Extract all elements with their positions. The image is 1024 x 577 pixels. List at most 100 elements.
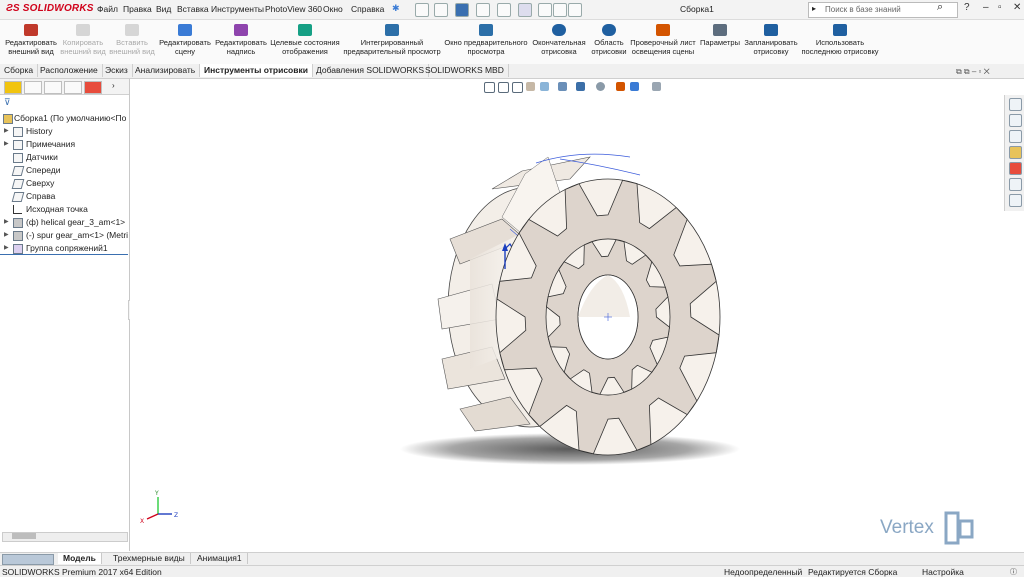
dynamic-annotation-icon[interactable] — [540, 82, 549, 91]
gear-model-view[interactable]: Y Z X — [130, 79, 1003, 551]
hide-show-items-icon[interactable] — [596, 82, 605, 91]
appearance-icon — [24, 24, 38, 36]
view-settings-icon[interactable] — [652, 82, 661, 91]
expand-arrow-icon[interactable]: ▶ — [4, 125, 9, 137]
select-icon[interactable] — [518, 3, 532, 17]
menu-help[interactable]: Справка — [351, 4, 384, 14]
tab-layout[interactable]: Расположение — [36, 64, 103, 77]
menu-tools[interactable]: Инструменты — [211, 4, 264, 14]
undo-icon[interactable] — [497, 3, 511, 17]
print-icon[interactable] — [476, 3, 490, 17]
tree-item-mate-group[interactable]: ▶ Группа сопряжений1 — [0, 242, 128, 255]
previous-view-icon[interactable] — [512, 82, 523, 93]
tab-solidworks-addins[interactable]: Добавления SOLIDWORKS — [312, 64, 430, 77]
search-input[interactable]: ▸ Поиск в базе знаний — [808, 2, 958, 18]
configurationmanager-tab-icon[interactable] — [44, 81, 62, 94]
menu-file[interactable]: Файл — [97, 4, 118, 14]
display-style-icon[interactable] — [576, 82, 585, 91]
solidworks-resources-icon[interactable] — [1009, 98, 1022, 111]
preview-window-button[interactable]: Окно предварительного просмотра — [444, 24, 528, 56]
maximize-icon[interactable]: ▫ — [998, 2, 1002, 13]
file-properties-icon[interactable] — [553, 3, 567, 17]
tree-scrollbar-thumb[interactable] — [12, 533, 36, 539]
recall-last-render-button[interactable]: Использовать последнюю отрисовку — [800, 24, 880, 56]
open-icon[interactable] — [434, 3, 448, 17]
tree-item-history[interactable]: ▶ History — [0, 125, 128, 137]
save-icon[interactable] — [455, 3, 469, 17]
minimize-icon[interactable]: – — [983, 2, 989, 13]
render-options-button[interactable]: Параметры — [699, 24, 741, 47]
new-document-icon[interactable] — [415, 3, 429, 17]
spur-gear[interactable] — [495, 178, 721, 456]
custom-properties-icon[interactable] — [1009, 178, 1022, 191]
rebuild-icon[interactable] — [538, 3, 552, 17]
tree-item-annotations[interactable]: ▶ Примечания — [0, 138, 128, 150]
tree-item-top-plane[interactable]: Сверху — [0, 177, 128, 189]
solidworks-logo[interactable]: ƧS SOLIDWORKS — [6, 3, 94, 14]
view-palette-icon[interactable] — [1009, 146, 1022, 159]
menu-insert[interactable]: Вставка — [177, 4, 209, 14]
paste-appearance-button[interactable]: Вставить внешний вид — [109, 24, 155, 56]
zoom-to-fit-icon[interactable] — [484, 82, 495, 93]
tab-evaluate[interactable]: Анализировать — [131, 64, 201, 77]
final-render-button[interactable]: Окончательная отрисовка — [530, 24, 588, 56]
forum-icon[interactable] — [1009, 194, 1022, 207]
design-library-icon[interactable] — [1009, 114, 1022, 127]
display-states-button[interactable]: Целевые состояния отображения — [270, 24, 340, 56]
search-icon[interactable]: ⌕ — [937, 1, 943, 14]
file-explorer-icon[interactable] — [1009, 130, 1022, 143]
copy-appearance-button[interactable]: Копировать внешний вид — [60, 24, 106, 56]
schedule-render-button[interactable]: Запланировать отрисовку — [743, 24, 799, 56]
graphics-window-controls-icon[interactable]: ⧉ ⧉ – ▫ ✕ — [956, 67, 990, 77]
tree-item-helical-gear[interactable]: ▶(ф) helical gear_3_am<1> (Metric - Heli… — [0, 216, 128, 228]
menu-photoview[interactable]: PhotoView 360 — [265, 4, 322, 14]
appearances-icon[interactable] — [1009, 162, 1022, 175]
menu-view[interactable]: Вид — [156, 4, 171, 14]
pin-icon[interactable]: ✱ — [392, 3, 400, 14]
panel-expand-icon[interactable]: › — [112, 81, 115, 90]
expand-arrow-icon[interactable]: ▶ — [4, 216, 9, 228]
integrated-preview-button[interactable]: Интегрированный предварительный просмотр — [342, 24, 442, 56]
apply-scene-icon[interactable] — [630, 82, 639, 91]
propertymanager-tab-icon[interactable] — [24, 81, 42, 94]
render-region-button[interactable]: Область отрисовки — [589, 24, 629, 56]
tree-item-spur-gear[interactable]: ▶(-) spur gear_am<1> (Metric - Spur gear… — [0, 229, 128, 241]
paste-appearance-icon — [125, 24, 139, 36]
expand-arrow-icon[interactable]: ▶ — [4, 242, 9, 254]
search-scope-icon[interactable]: ▸ — [812, 4, 816, 13]
tree-item-right-plane[interactable]: Справа — [0, 190, 128, 202]
options-gear-icon[interactable] — [568, 3, 582, 17]
view-orientation-icon[interactable] — [558, 82, 567, 91]
expand-arrow-icon[interactable]: ▶ — [4, 138, 9, 150]
filter-icon[interactable]: ⊽ — [4, 97, 11, 108]
tab-3d-views[interactable]: Трехмерные виды — [108, 553, 191, 564]
tab-sketch[interactable]: Эскиз — [101, 64, 133, 77]
featuremanager-tab-icon[interactable] — [4, 81, 22, 94]
tree-item-front-plane[interactable]: Спереди — [0, 164, 128, 176]
edit-scene-button[interactable]: Редактировать сцену — [158, 24, 212, 56]
tab-model[interactable]: Модель — [58, 553, 102, 564]
origin-icon — [13, 205, 22, 214]
section-view-icon[interactable] — [526, 82, 535, 91]
tab-assembly[interactable]: Сборка — [0, 64, 39, 77]
edit-appearance-button[interactable]: Редактировать внешний вид — [4, 24, 58, 56]
menu-edit[interactable]: Правка — [123, 4, 152, 14]
menu-window[interactable]: Окно — [323, 4, 343, 14]
lighting-proof-sheet-button[interactable]: Проверочный лист освещения сцены — [630, 24, 696, 56]
graphics-area[interactable]: Y Z X — [130, 79, 1003, 551]
edit-appearance-icon[interactable] — [616, 82, 625, 91]
zoom-area-icon[interactable] — [498, 82, 509, 93]
tab-scroll-arrows-icon[interactable] — [2, 554, 54, 565]
tab-solidworks-mbd[interactable]: SOLIDWORKS MBD — [421, 64, 509, 77]
edit-decal-button[interactable]: Редактировать надпись — [214, 24, 268, 56]
dimxpert-tab-icon[interactable] — [64, 81, 82, 94]
tree-item-sensors[interactable]: Датчики — [0, 151, 128, 163]
tree-item-origin[interactable]: Исходная точка — [0, 203, 128, 215]
tab-animation1[interactable]: Анимация1 — [192, 553, 248, 564]
help-icon[interactable]: ? — [964, 2, 970, 13]
displaymanager-tab-icon[interactable] — [84, 81, 102, 94]
close-icon[interactable]: ✕ — [1013, 2, 1021, 13]
expand-arrow-icon[interactable]: ▶ — [4, 229, 9, 241]
tab-render-tools[interactable]: Инструменты отрисовки — [200, 64, 313, 77]
tree-root[interactable]: Сборка1 (По умолчанию<По умолчанию_Состо… — [0, 112, 128, 124]
